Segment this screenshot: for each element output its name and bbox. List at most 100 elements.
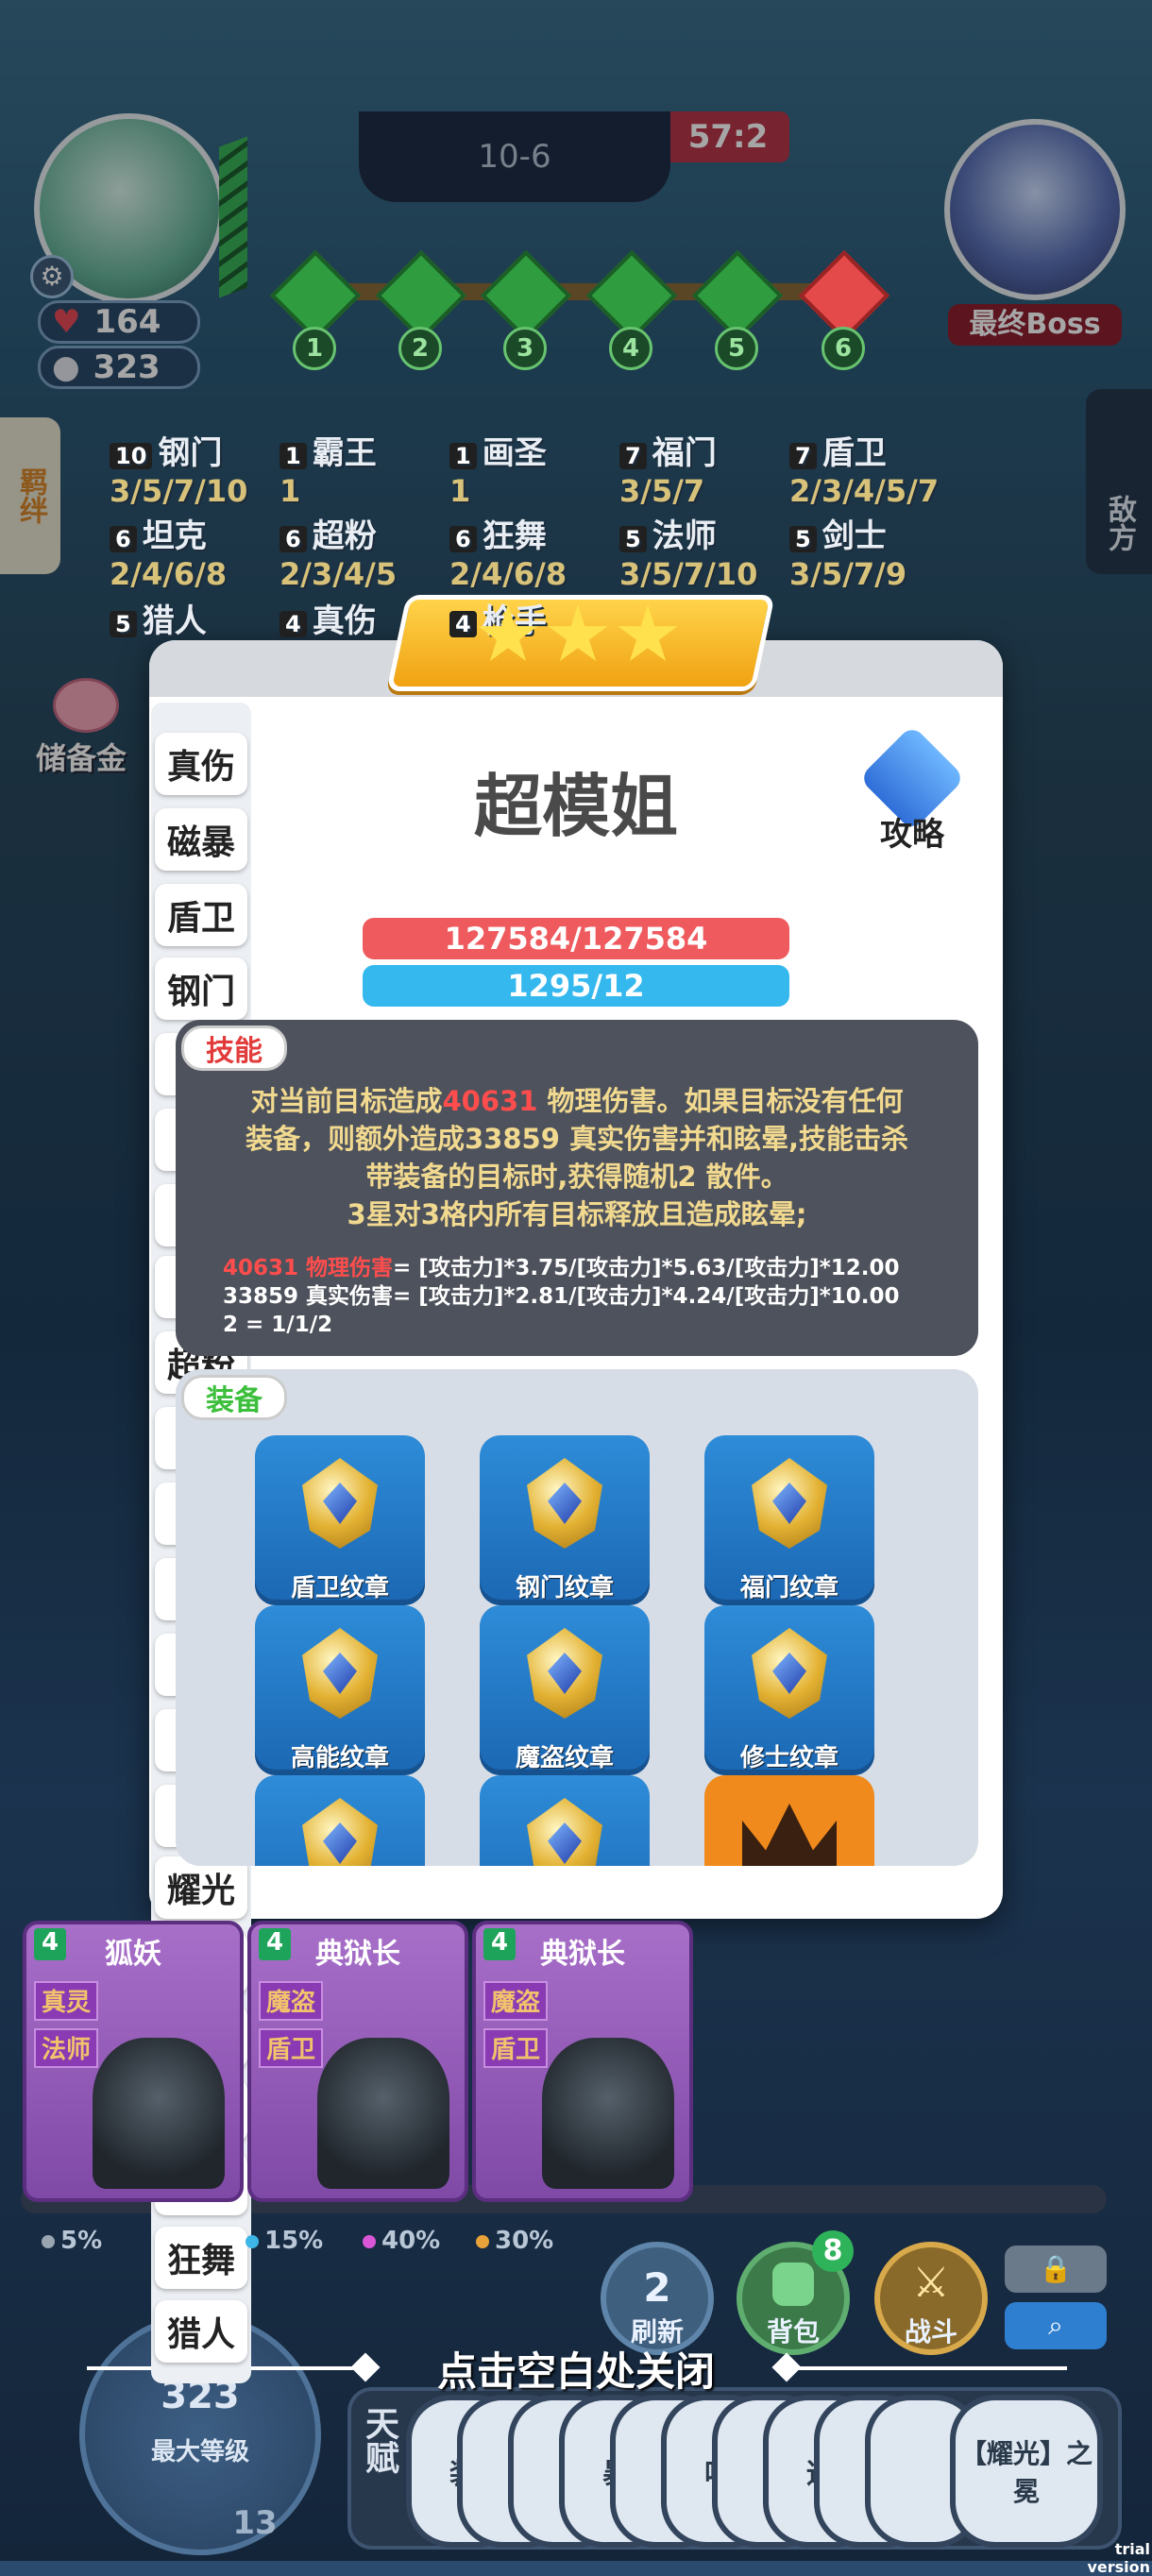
stage-number: 4: [609, 327, 652, 370]
trait-name: 霸王: [312, 434, 377, 472]
trait-item[interactable]: 7 福门 3/5/7: [619, 427, 789, 509]
trait-item[interactable]: 5 法师 3/5/7/10: [619, 510, 789, 592]
skill-line-3: 带装备的目标时,获得随机2 散件。: [365, 1161, 788, 1193]
hero-name: 超模姐: [473, 767, 678, 846]
hero-card[interactable]: 4 狐妖 真灵 法师: [23, 1921, 244, 2202]
backpack-icon: [772, 2262, 814, 2306]
trait-item[interactable]: 5 剑士 3/5/7/9: [789, 510, 959, 592]
card-name: 典狱长: [540, 1938, 625, 1971]
trait-item[interactable]: 1 霸王 1: [280, 427, 449, 509]
card-trait-tag: 法师: [34, 2028, 98, 2068]
equipment-item[interactable]: [480, 1775, 650, 1866]
skill-line-2: 装备，则额外造成33859 真实伤害并和眩晕,技能击杀: [245, 1123, 908, 1155]
trait-item[interactable]: 1 画圣 1: [449, 427, 619, 509]
equipment-label: 高能纹章: [290, 1744, 389, 1772]
stage-number: 3: [503, 327, 547, 370]
close-hint-line-right: [784, 2366, 1067, 2370]
crown-item[interactable]: [704, 1775, 874, 1866]
trait-name: 超粉: [312, 517, 377, 555]
trait-item[interactable]: 7 盾卫 2/3/4/5/7: [789, 427, 959, 509]
trait-count: 4: [280, 611, 307, 637]
trait-name: 福门: [652, 434, 717, 472]
guide-label: 攻略: [880, 816, 944, 854]
card-trait-tag: 盾卫: [259, 2028, 323, 2068]
card-name: 狐妖: [105, 1938, 161, 1971]
trait-name: 钢门: [158, 434, 223, 472]
skill-formulas: 40631 物理伤害= [攻击力]*3.75/[攻击力]*5.63/[攻击力]*…: [223, 1254, 969, 1339]
trait-item[interactable]: 6 超粉 2/3/4/5: [280, 510, 449, 592]
mana-bar: 1295/12: [363, 965, 789, 1007]
guide-button[interactable]: 攻略: [857, 724, 967, 854]
crown-icon: [742, 1804, 837, 1866]
refresh-button[interactable]: 2 刷新: [601, 2242, 714, 2355]
trait-levels: 2/3/4/5/7: [789, 473, 940, 509]
trait-item[interactable]: 6 狂舞 2/4/6/8: [449, 510, 619, 592]
battle-button[interactable]: ⚔ 战斗: [874, 2242, 988, 2355]
trait-count: 6: [280, 526, 307, 552]
skill-tag-text: 技能: [206, 1035, 263, 1068]
trait-levels: 3/5/7/10: [619, 556, 758, 592]
close-hint[interactable]: 点击空白处关闭: [387, 2340, 765, 2398]
equipment-item[interactable]: 钢门纹章: [480, 1435, 650, 1605]
equipment-item[interactable]: 高能纹章: [255, 1605, 425, 1775]
equipment-tag: 装备: [181, 1375, 287, 1420]
equipment-label: 魔盗纹章: [515, 1744, 614, 1772]
watermark: trial version: [1087, 2540, 1150, 2576]
stage-number: 2: [398, 327, 442, 370]
trait-item[interactable]: 4 真伤: [280, 595, 449, 641]
equipment-item[interactable]: 盾卫纹章: [255, 1435, 425, 1605]
trait-item[interactable]: 5 猎人: [110, 595, 280, 641]
stage-number: 5: [715, 327, 758, 370]
hero-tab[interactable]: 真伤: [155, 733, 247, 795]
odds-item: 5%: [42, 2227, 102, 2255]
mana-bar-text: 1295/12: [507, 968, 645, 1004]
hero-tab[interactable]: 盾卫: [155, 884, 247, 946]
equipment-item[interactable]: 修士纹章: [704, 1605, 874, 1775]
trait-levels: 3/5/7/10: [110, 473, 248, 509]
equipment-item[interactable]: 魔盗纹章: [480, 1605, 650, 1775]
odds-dot-icon: [42, 2235, 55, 2248]
formula-2: 33859 真实伤害= [攻击力]*2.81/[攻击力]*4.24/[攻击力]*…: [223, 1284, 900, 1309]
hero-tab[interactable]: 钢门: [155, 958, 247, 1020]
hero-tab[interactable]: 狂舞: [155, 2227, 247, 2289]
trait-item[interactable]: 10 钢门 3/5/7/10: [110, 427, 280, 509]
hero-portrait: [542, 2038, 674, 2189]
bag-count: 8: [822, 2234, 843, 2267]
equipment-item[interactable]: [255, 1775, 425, 1866]
odds-item: 40%: [363, 2227, 440, 2255]
odds-dot-icon: [246, 2235, 259, 2248]
hp-bar: 127584/127584: [363, 918, 789, 959]
odds-dot-icon: [363, 2235, 376, 2248]
talent-slot[interactable]: 【耀光】之冕: [950, 2395, 1103, 2548]
hero-card[interactable]: 4 典狱长 魔盗 盾卫: [247, 1921, 468, 2202]
equipment-panel: 盾卫纹章 钢门纹章 福门纹章高能纹章 魔盗纹章 修士纹章: [176, 1369, 978, 1866]
trait-count: 1: [280, 443, 307, 469]
hero-card[interactable]: 4 典狱长 魔盗 盾卫: [472, 1921, 693, 2202]
trait-levels: 2/4/6/8: [449, 556, 568, 592]
trait-item[interactable]: 6 坦克 2/4/6/8: [110, 510, 280, 592]
trait-name: 剑士: [822, 517, 887, 555]
lock-button[interactable]: 🔒: [1005, 2246, 1107, 2293]
hero-tab[interactable]: 猎人: [155, 2300, 247, 2363]
hero-tab[interactable]: 磁暴: [155, 808, 247, 871]
equipment-item[interactable]: 福门纹章: [704, 1435, 874, 1605]
talent-label: 天赋: [360, 2406, 398, 2474]
trait-count: 6: [449, 526, 477, 552]
lock-icon: 🔒: [1039, 2253, 1073, 2284]
hero-portrait: [317, 2038, 449, 2189]
card-trait-tag: 盾卫: [483, 2028, 548, 2068]
odds-value: 30%: [495, 2227, 554, 2255]
battle-label: 战斗: [904, 2316, 957, 2347]
search-button[interactable]: ⌕: [1005, 2302, 1107, 2349]
level-number: 13: [232, 2504, 278, 2542]
trait-count: 7: [619, 443, 647, 469]
bag-count-badge: 8: [812, 2230, 854, 2272]
trait-name: 坦克: [142, 517, 207, 555]
skill-tag: 技能: [181, 1025, 287, 1071]
trait-count: 7: [789, 443, 817, 469]
hero-portrait: [93, 2038, 225, 2189]
equipment-tag-text: 装备: [206, 1384, 263, 1417]
card-name: 典狱长: [315, 1938, 400, 1971]
odds-value: 5%: [60, 2227, 103, 2255]
trait-count: 5: [110, 611, 137, 637]
